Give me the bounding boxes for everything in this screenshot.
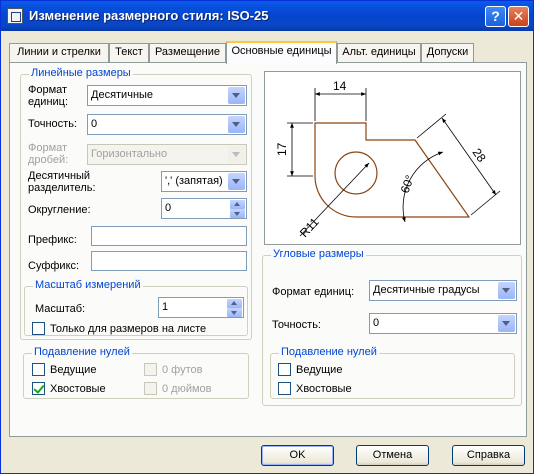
decimal-separator-value: ',' (запятая) xyxy=(165,175,223,187)
zero-inches-label: 0 дюймов xyxy=(162,383,212,395)
angular-trailing-zeros-label: Хвостовые xyxy=(296,383,352,395)
tab-panel: Линейные размеры Формат единиц: Десятичн… xyxy=(9,62,527,437)
decimal-separator-select[interactable]: ',' (запятая) xyxy=(161,171,247,192)
round-off-label: Округление: xyxy=(28,204,91,216)
leading-zeros-checkbox[interactable] xyxy=(32,363,45,376)
chevron-down-icon[interactable] xyxy=(228,173,245,190)
scale-factor-value: 1 xyxy=(162,301,169,313)
zero-feet-label: 0 футов xyxy=(162,364,203,376)
unit-format-select[interactable]: Десятичные xyxy=(87,85,247,106)
round-off-value: 0 xyxy=(165,202,172,214)
dim-text-top: 14 xyxy=(333,79,347,93)
dim-text-angle: 60° xyxy=(398,173,417,195)
fraction-format-label-2: дробей: xyxy=(28,154,69,166)
decimal-separator-label: Десятичный xyxy=(28,170,91,182)
angular-unit-format-value: Десятичные градусы xyxy=(373,284,480,296)
decimal-separator-label-2: разделитель: xyxy=(28,182,96,194)
zero-suppression-group: Подавление нулей Ведущие Хвостовые 0 фут… xyxy=(23,346,249,399)
tab-alternate-units[interactable]: Альт. единицы xyxy=(337,43,421,62)
leading-zeros-label: Ведущие xyxy=(50,364,97,376)
chevron-down-icon[interactable] xyxy=(498,282,515,299)
angular-zero-suppression-group: Подавление нулей Ведущие Хвостовые xyxy=(270,346,515,399)
angular-dimensions-legend: Угловые размеры xyxy=(271,248,366,260)
trailing-zeros-checkbox[interactable] xyxy=(32,382,45,395)
suffix-input[interactable] xyxy=(91,251,247,271)
linear-dimensions-group: Линейные размеры Формат единиц: Десятичн… xyxy=(20,67,252,340)
angular-precision-value: 0 xyxy=(373,317,380,329)
prefix-input[interactable] xyxy=(91,226,247,246)
precision-label: Точность: xyxy=(28,118,77,130)
angular-leading-zeros-label: Ведущие xyxy=(296,364,343,376)
angular-unit-format-label: Формат единиц: xyxy=(272,286,355,298)
unit-format-label-2: единиц: xyxy=(28,96,69,108)
tab-fit[interactable]: Размещение xyxy=(149,43,226,62)
dimension-preview-drawing: 14 17 28 60° R11 xyxy=(275,79,501,240)
title-bar[interactable]: Изменение размерного стиля: ISO-25 ? ✕ xyxy=(1,1,533,31)
tab-primary-units[interactable]: Основные единицы xyxy=(226,41,337,64)
chevron-down-icon xyxy=(228,146,245,163)
scale-factor-label: Масштаб: xyxy=(35,303,86,315)
tab-strip: Линии и стрелки Текст Размещение Основны… xyxy=(9,41,529,64)
layout-only-label: Только для размеров на листе xyxy=(50,323,207,335)
angular-trailing-zeros-checkbox[interactable] xyxy=(278,382,291,395)
dim-text-radius: R11 xyxy=(297,215,322,240)
linear-dimensions-legend: Линейные размеры xyxy=(29,67,133,79)
fraction-format-select: Горизонтально xyxy=(87,144,247,165)
layout-only-checkbox[interactable] xyxy=(32,322,45,335)
angular-dimensions-group: Угловые размеры Формат единиц: Десятичны… xyxy=(262,248,522,406)
suffix-label: Суффикс: xyxy=(28,260,80,272)
window-title: Изменение размерного стиля: ISO-25 xyxy=(29,8,269,23)
precision-value: 0 xyxy=(91,118,98,130)
dimension-style-dialog: Изменение размерного стиля: ISO-25 ? ✕ Л… xyxy=(0,0,534,474)
cancel-button[interactable]: Отмена xyxy=(356,445,429,466)
chevron-down-icon[interactable] xyxy=(498,315,515,332)
chevron-down-icon[interactable] xyxy=(228,116,245,133)
tab-tolerances[interactable]: Допуски xyxy=(421,43,474,62)
app-icon xyxy=(7,8,23,24)
unit-format-label: Формат xyxy=(28,84,68,96)
tab-text[interactable]: Текст xyxy=(109,43,149,62)
help-title-button[interactable]: ? xyxy=(485,6,506,27)
precision-select[interactable]: 0 xyxy=(87,114,247,135)
part-outline xyxy=(314,122,471,218)
spin-up-icon[interactable] xyxy=(227,299,242,308)
angular-precision-label: Точность: xyxy=(272,319,321,331)
measurement-scale-group: Масштаб измерений Масштаб: 1 Только для … xyxy=(24,279,248,336)
dim-text-left: 17 xyxy=(275,142,289,156)
unit-format-value: Десятичные xyxy=(91,89,154,101)
zero-inches-checkbox xyxy=(144,382,157,395)
fraction-format-label: Формат xyxy=(28,142,68,154)
round-off-spinner[interactable]: 0 xyxy=(161,198,247,219)
spin-down-icon[interactable] xyxy=(227,308,242,317)
ok-button[interactable]: OK xyxy=(261,445,334,466)
spin-up-icon[interactable] xyxy=(230,200,245,209)
fraction-format-value: Горизонтально xyxy=(91,148,168,160)
zero-suppression-legend: Подавление нулей xyxy=(32,346,132,358)
zero-feet-checkbox xyxy=(144,363,157,376)
prefix-label: Префикс: xyxy=(28,234,77,246)
scale-factor-spinner[interactable]: 1 xyxy=(158,297,244,318)
close-button[interactable]: ✕ xyxy=(508,6,529,27)
angular-leading-zeros-checkbox[interactable] xyxy=(278,363,291,376)
chevron-down-icon[interactable] xyxy=(228,87,245,104)
spin-down-icon[interactable] xyxy=(230,209,245,218)
tab-lines-arrows[interactable]: Линии и стрелки xyxy=(9,43,109,62)
part-hole xyxy=(334,151,378,195)
trailing-zeros-label: Хвостовые xyxy=(50,383,106,395)
angular-zero-suppression-legend: Подавление нулей xyxy=(279,346,379,358)
help-button[interactable]: Справка xyxy=(452,445,525,466)
angular-precision-select[interactable]: 0 xyxy=(369,313,517,334)
angular-unit-format-select[interactable]: Десятичные градусы xyxy=(369,280,517,301)
preview-pane: 14 17 28 60° R11 xyxy=(264,71,521,245)
measurement-scale-legend: Масштаб измерений xyxy=(33,279,143,291)
